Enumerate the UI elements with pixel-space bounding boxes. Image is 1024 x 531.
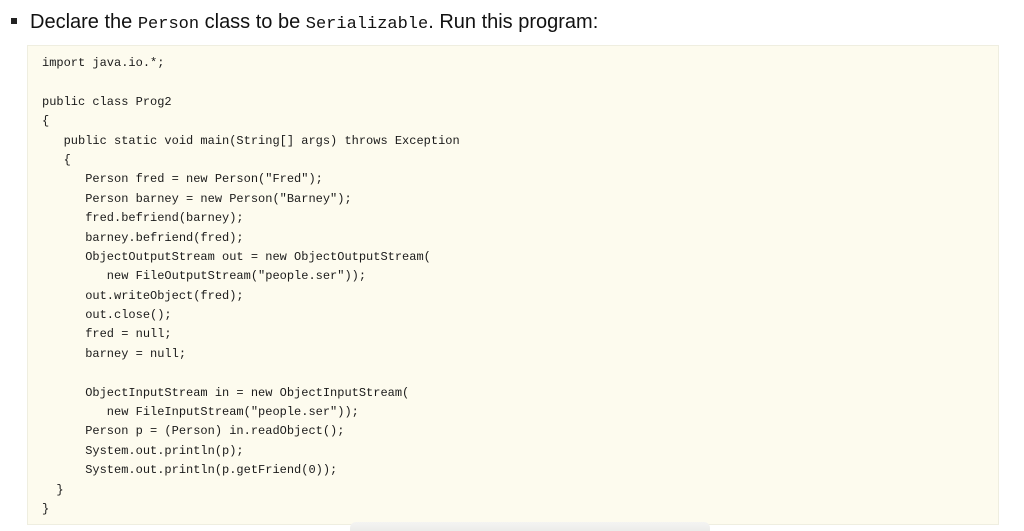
interface-name-code: Serializable <box>305 15 429 34</box>
code-line: barney.befriend(fred); <box>42 230 244 245</box>
instruction-suffix: . Run this program: <box>428 11 599 33</box>
code-line: } <box>42 501 50 516</box>
code-line: ObjectOutputStream out = new ObjectOutpu… <box>42 249 431 264</box>
code-line: new FileInputStream("people.ser")); <box>42 405 359 420</box>
code-line: fred.befriend(barney); <box>42 211 244 226</box>
bottom-shadow <box>350 522 710 531</box>
code-line: { <box>42 152 71 167</box>
code-line: Person fred = new Person("Fred"); <box>42 172 323 187</box>
instruction-middle: class to be <box>199 11 306 33</box>
code-line: out.close(); <box>42 308 172 323</box>
code-line: public class Prog2 <box>42 94 172 109</box>
bullet-icon <box>11 17 17 24</box>
code-line: public static void main(String[] args) t… <box>42 133 460 148</box>
code-line: import java.io.*; <box>42 56 165 70</box>
code-line: Person p = (Person) in.readObject(); <box>42 424 345 439</box>
code-line: Person barney = new Person("Barney"); <box>42 191 352 206</box>
code-line: fred = null; <box>42 327 172 342</box>
code-line: ObjectInputStream in = new ObjectInputSt… <box>42 385 410 400</box>
code-line: System.out.println(p.getFriend(0)); <box>42 463 338 478</box>
instruction-prefix: Declare the <box>30 11 138 33</box>
code-line: barney = null; <box>42 346 187 361</box>
code-line: System.out.println(p); <box>42 443 244 458</box>
code-line: out.writeObject(fred); <box>42 288 244 303</box>
code-line: new FileOutputStream("people.ser")); <box>42 269 367 284</box>
code-line: } <box>42 482 64 497</box>
class-name-code: Person <box>137 15 200 34</box>
code-listing: import java.io.*; public class Prog2 { pub… <box>42 54 460 519</box>
instruction-heading: Declare the Person class to be Serializa… <box>11 8 598 39</box>
code-line: { <box>42 114 50 129</box>
code-block: import java.io.*; public class Prog2 { pub… <box>27 45 999 525</box>
